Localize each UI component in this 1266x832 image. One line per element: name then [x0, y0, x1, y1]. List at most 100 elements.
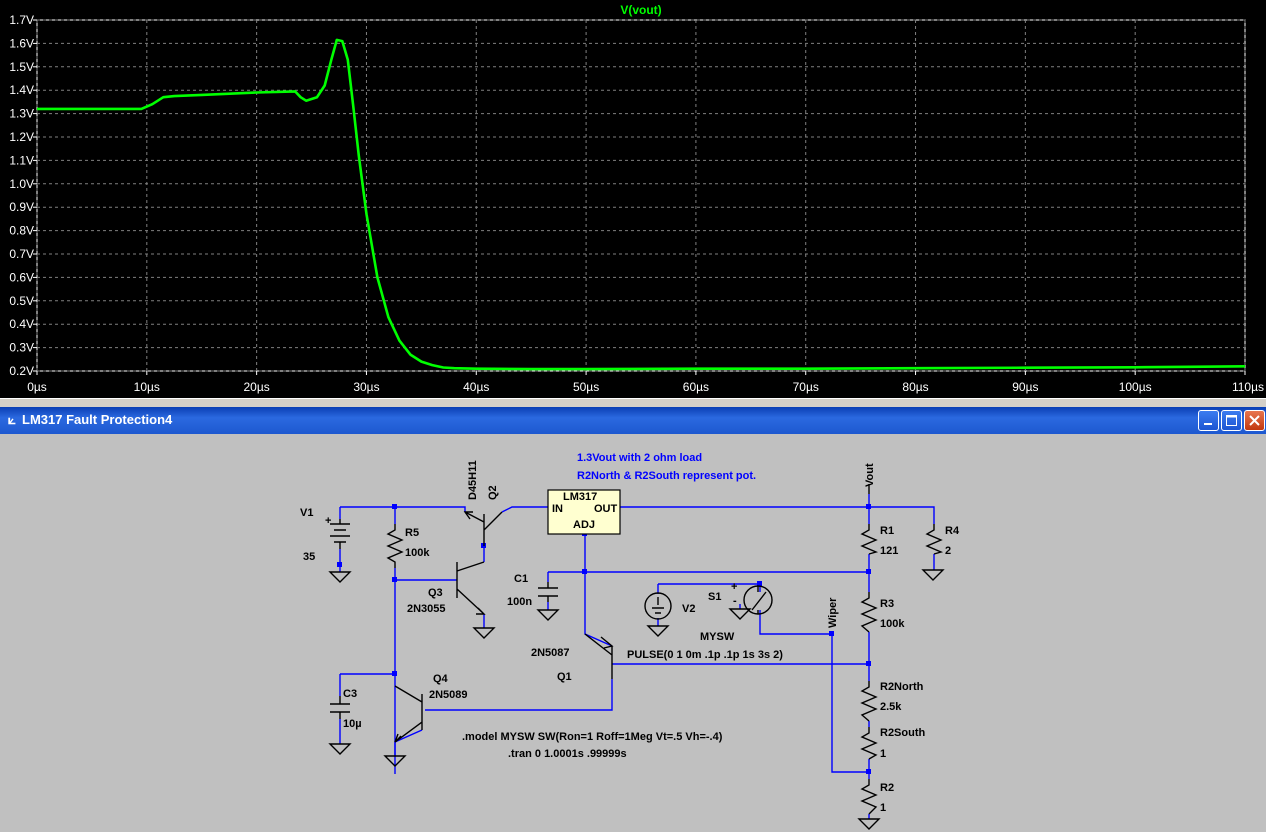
- q4-model: 2N5089: [429, 689, 468, 701]
- lm317-regulator[interactable]: LM317 IN OUT ADJ: [547, 489, 621, 535]
- wiper-net-label[interactable]: Wiper: [827, 597, 839, 628]
- q4-transistor[interactable]: Q4 2N5089: [394, 673, 468, 743]
- x-tick-label: 40µs: [463, 380, 489, 394]
- y-tick-label: 1.2V: [9, 130, 34, 144]
- y-tick-label: 0.9V: [9, 200, 34, 214]
- x-tick-label: 50µs: [573, 380, 599, 394]
- x-tick-label: 90µs: [1012, 380, 1038, 394]
- note-load[interactable]: 1.3Vout with 2 ohm load: [577, 452, 702, 464]
- y-tick-label: 1.3V: [9, 107, 34, 121]
- q3-name: Q3: [428, 587, 443, 599]
- c3-capacitor[interactable]: C3 10µ: [330, 688, 362, 730]
- vout-label: Vout: [864, 463, 876, 487]
- close-icon: [1249, 415, 1260, 426]
- model-directive[interactable]: .model MYSW SW(Ron=1 Roff=1Meg Vt=.5 Vh=…: [462, 731, 723, 743]
- s1-model: MYSW: [700, 631, 735, 643]
- y-tick-label: 1.6V: [9, 36, 34, 50]
- waveform-plot-pane[interactable]: 0.2V 0.3V 0.4V 0.5V 0.6V 0.7V 0.8V 0.9V 1.0V 1.1V…: [0, 0, 1266, 403]
- r3-value: 100k: [880, 618, 905, 630]
- r2south-resistor[interactable]: R2South 1: [860, 727, 926, 760]
- q2-transistor[interactable]: D45H11 Q2: [463, 460, 503, 546]
- r5-value: 100k: [405, 547, 430, 559]
- y-tick-label: 0.8V: [9, 224, 34, 238]
- schematic-drawing[interactable]: 1.3Vout with 2 ohm load R2North & R2Sout…: [0, 434, 1266, 832]
- y-tick-label: 1.4V: [9, 83, 34, 97]
- q2-name: Q2: [487, 485, 499, 500]
- r5-resistor[interactable]: R5 100k: [386, 524, 430, 568]
- c1-capacitor[interactable]: C1 100n: [507, 573, 558, 608]
- vout-trace: [37, 38, 1246, 371]
- y-tick-label: 1.5V: [9, 60, 34, 74]
- y-tick-label: 0.2V: [9, 364, 34, 378]
- x-tick-label: 10µs: [134, 380, 160, 394]
- tran-directive[interactable]: .tran 0 1.0001s .99999s: [508, 748, 627, 760]
- v2-name: V2: [682, 603, 695, 615]
- minimize-icon: [1204, 423, 1212, 425]
- schematic-window[interactable]: ⟀ LM317 Fault Protection4 1.3Vout with 2…: [0, 407, 1266, 832]
- y-tick-label: 0.5V: [9, 294, 34, 308]
- lm317-name: LM317: [563, 491, 597, 503]
- q2-model: D45H11: [467, 460, 479, 500]
- r2-resistor[interactable]: R2 1: [860, 779, 894, 815]
- close-button[interactable]: [1244, 410, 1265, 431]
- y-axis-ticks: 0.2V 0.3V 0.4V 0.5V 0.6V 0.7V 0.8V 0.9V 1.0V 1.1V…: [9, 13, 37, 378]
- y-tick-label: 0.7V: [9, 247, 34, 261]
- r4-resistor[interactable]: R4 2: [925, 524, 960, 557]
- x-tick-label: 30µs: [353, 380, 379, 394]
- maximize-button[interactable]: [1221, 410, 1242, 431]
- y-tick-label: 1.7V: [9, 13, 34, 27]
- x-tick-label: 80µs: [902, 380, 928, 394]
- v1-value: 35: [303, 551, 315, 563]
- window-titlebar[interactable]: ⟀ LM317 Fault Protection4: [0, 407, 1266, 434]
- r1-value: 121: [880, 545, 898, 557]
- x-tick-label: 20µs: [244, 380, 270, 394]
- c1-name: C1: [514, 573, 528, 585]
- v1-battery[interactable]: + V1 35: [300, 507, 350, 563]
- y-tick-label: 0.4V: [9, 317, 34, 331]
- q4-name: Q4: [433, 673, 449, 685]
- r2-value: 1: [880, 802, 886, 814]
- wiper-label: Wiper: [827, 597, 839, 628]
- y-tick-label: 1.1V: [9, 153, 34, 167]
- lm317-pin-adj: ADJ: [573, 519, 595, 531]
- minimize-button[interactable]: [1198, 410, 1219, 431]
- maximize-icon: [1226, 415, 1237, 426]
- v1-name: V1: [300, 507, 313, 519]
- c3-value: 10µ: [343, 718, 362, 730]
- plus-sign: +: [731, 581, 737, 593]
- c1-value: 100n: [507, 596, 532, 608]
- r4-value: 2: [945, 545, 951, 557]
- r1-name: R1: [880, 525, 894, 537]
- schematic-canvas[interactable]: 1.3Vout with 2 ohm load R2North & R2Sout…: [0, 434, 1266, 832]
- waveform-chart[interactable]: 0.2V 0.3V 0.4V 0.5V 0.6V 0.7V 0.8V 0.9V 1.0V 1.1V…: [0, 0, 1266, 403]
- window-title: LM317 Fault Protection4: [22, 412, 173, 427]
- vout-net-label[interactable]: Vout: [864, 463, 876, 494]
- q3-model: 2N3055: [407, 603, 446, 615]
- plot-grid: [36, 19, 1246, 372]
- r2north-name: R2North: [880, 681, 924, 693]
- r1-resistor[interactable]: R1 121: [860, 524, 898, 557]
- ltspice-icon[interactable]: ⟀: [4, 412, 20, 428]
- note-pot[interactable]: R2North & R2South represent pot.: [577, 470, 756, 482]
- y-tick-label: 1.0V: [9, 177, 34, 191]
- q1-model: 2N5087: [531, 647, 570, 659]
- r2south-name: R2South: [880, 727, 926, 739]
- y-tick-label: 0.3V: [9, 341, 34, 355]
- r3-resistor[interactable]: R3 100k: [860, 592, 905, 633]
- s1-name: S1: [708, 591, 721, 603]
- x-tick-label: 0µs: [27, 380, 47, 394]
- plus-sign: +: [325, 515, 331, 527]
- trace-title[interactable]: V(vout): [620, 3, 661, 17]
- c3-name: C3: [343, 688, 357, 700]
- q3-transistor[interactable]: Q3 2N3055: [407, 561, 486, 615]
- plot-frame: [36, 19, 1246, 372]
- q1-name: Q1: [557, 671, 572, 683]
- r2north-resistor[interactable]: R2North 2.5k: [860, 681, 924, 722]
- x-tick-label: 110µs: [1232, 380, 1264, 394]
- minus-sign: -: [733, 595, 737, 607]
- x-tick-label: 100µs: [1119, 380, 1152, 394]
- r4-name: R4: [945, 525, 960, 537]
- lm317-pin-out: OUT: [594, 503, 618, 515]
- r2south-value: 1: [880, 748, 886, 760]
- r5-name: R5: [405, 527, 419, 539]
